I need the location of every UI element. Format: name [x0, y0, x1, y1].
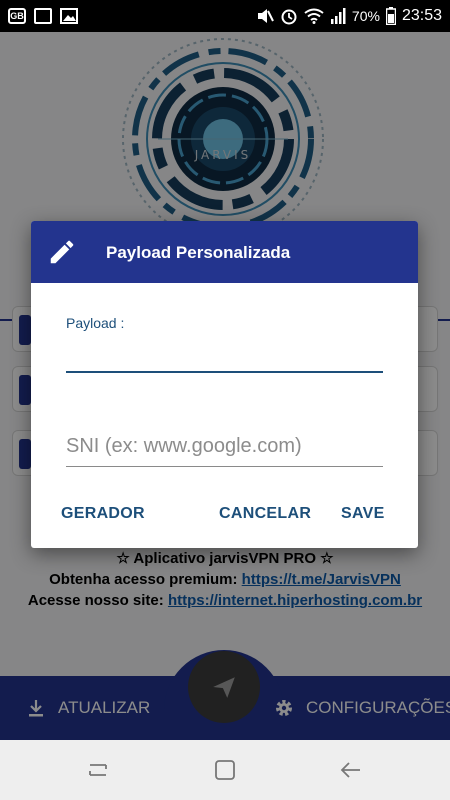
payload-label: Payload :	[66, 315, 125, 331]
clock-time: 23:53	[401, 7, 442, 24]
dialog-header: Payload Personalizada	[31, 221, 418, 283]
sni-input[interactable]	[66, 427, 383, 467]
pencil-icon	[50, 240, 74, 264]
notification-icons: GB	[8, 8, 78, 24]
cancel-button[interactable]: CANCELAR	[219, 505, 311, 523]
carrier-icon: GB	[8, 8, 26, 24]
mute-icon	[257, 9, 274, 23]
signal-icon	[330, 8, 346, 24]
battery-percent: 70%	[351, 8, 380, 24]
save-button[interactable]: SAVE	[341, 505, 385, 523]
status-bar: GB 70% 23:53	[0, 0, 450, 32]
generator-button[interactable]: GERADOR	[61, 505, 145, 523]
battery-icon	[385, 7, 396, 25]
system-icons: 70% 23:53	[256, 7, 442, 25]
payload-dialog: Payload Personalizada Payload : GERADOR …	[31, 221, 418, 548]
home-icon[interactable]	[213, 758, 237, 782]
wifi-icon	[304, 8, 324, 24]
gallery-icon	[60, 8, 78, 24]
alarm-icon	[281, 9, 297, 25]
dialog-title: Payload Personalizada	[106, 243, 291, 262]
image-icon	[34, 8, 52, 24]
recent-apps-icon[interactable]	[86, 758, 110, 782]
back-icon[interactable]	[339, 758, 363, 782]
payload-input[interactable]	[66, 337, 383, 373]
navigation-bar	[0, 740, 450, 800]
